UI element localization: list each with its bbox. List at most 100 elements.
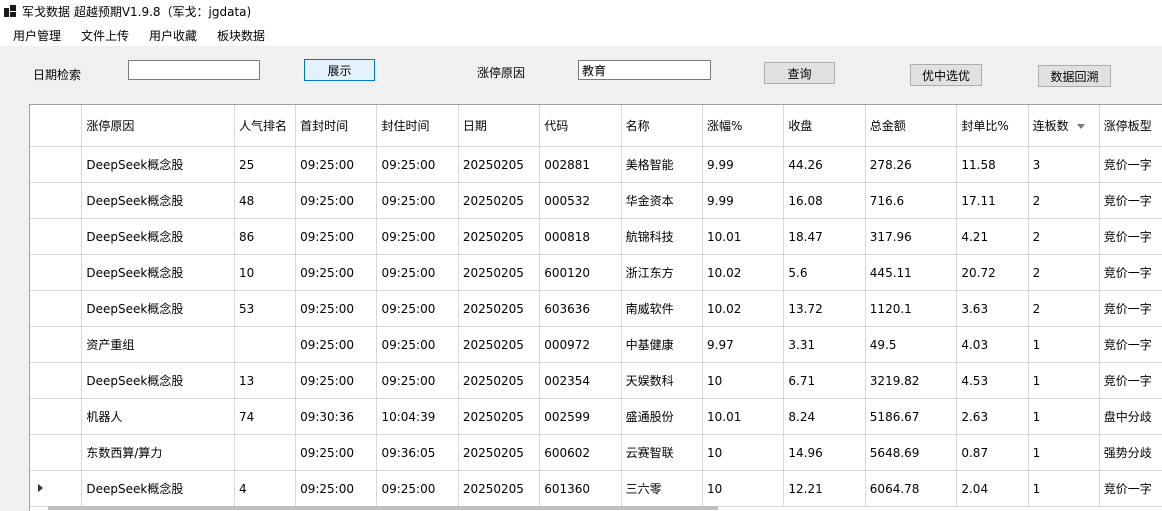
table-cell[interactable]: 601360 [539,470,622,507]
column-header[interactable]: 人气排名 [234,105,297,147]
table-row[interactable]: DeepSeek概念股 13 09:25:00 09:25:00 20250205 002… [30,362,1162,399]
table-cell[interactable]: 10.02 [702,254,785,291]
column-header[interactable]: 总金额 [865,105,958,147]
table-cell[interactable]: DeepSeek概念股 [81,470,236,507]
table-cell[interactable]: 竞价一字 [1099,182,1162,219]
table-cell[interactable]: 44.26 [783,146,866,183]
table-cell[interactable]: 600602 [539,434,622,471]
column-header[interactable]: 封住时间 [376,105,459,147]
table-cell[interactable]: 20250205 [458,254,541,291]
table-cell[interactable]: 10.02 [702,290,785,327]
table-cell[interactable]: 1 [1028,398,1100,435]
table-cell[interactable]: 09:25:00 [295,326,378,363]
table-cell[interactable]: 20250205 [458,326,541,363]
table-cell[interactable]: 603636 [539,290,622,327]
table-cell[interactable]: 竞价一字 [1099,254,1162,291]
table-cell[interactable]: 2 [1028,290,1100,327]
column-header-sorted[interactable]: 连板数 [1028,105,1100,147]
table-cell[interactable]: 002881 [539,146,622,183]
table-cell[interactable]: 000972 [539,326,622,363]
menu-sector-data[interactable]: 板块数据 [217,27,265,44]
table-cell[interactable]: 09:25:00 [295,434,378,471]
table-cell[interactable]: 09:25:00 [295,362,378,399]
table-cell[interactable]: 445.11 [865,254,958,291]
table-cell[interactable]: 278.26 [865,146,958,183]
table-cell[interactable]: 0.87 [956,434,1029,471]
table-cell[interactable]: 竞价一字 [1099,470,1162,507]
table-cell[interactable]: 09:25:00 [295,254,378,291]
table-cell[interactable]: 09:25:00 [376,218,459,255]
table-cell[interactable]: DeepSeek概念股 [81,290,236,327]
table-cell[interactable]: 09:25:00 [376,146,459,183]
table-cell[interactable]: 2.04 [956,470,1029,507]
table-row[interactable]: 东数西算/算力 09:25:00 09:36:05 20250205 600602 云赛智… [30,434,1162,471]
table-cell[interactable]: 8.24 [783,398,866,435]
table-cell[interactable]: 4.21 [956,218,1029,255]
table-cell[interactable]: 2.63 [956,398,1029,435]
table-cell[interactable]: 资产重组 [81,326,236,363]
table-cell[interactable]: 09:25:00 [376,470,459,507]
table-cell[interactable]: 云赛智联 [621,434,704,471]
table-cell[interactable]: 5.6 [783,254,866,291]
row-header[interactable] [30,434,83,471]
table-cell[interactable]: 9.99 [702,182,785,219]
table-cell[interactable]: 20250205 [458,398,541,435]
table-cell[interactable]: 25 [234,146,297,183]
menu-file-upload[interactable]: 文件上传 [81,27,129,44]
table-cell[interactable]: 1 [1028,362,1100,399]
table-cell[interactable]: 09:36:05 [376,434,459,471]
table-cell[interactable]: 3.31 [783,326,866,363]
limit-up-reason-input[interactable] [578,60,711,80]
table-cell[interactable]: 10:04:39 [376,398,459,435]
table-cell[interactable]: 20250205 [458,146,541,183]
table-cell[interactable]: 1 [1028,470,1100,507]
table-cell[interactable]: 716.6 [865,182,958,219]
table-row[interactable]: DeepSeek概念股 4 09:25:00 09:25:00 20250205 6013… [30,470,1162,507]
table-cell[interactable]: 三六零 [621,470,704,507]
table-cell[interactable]: 6.71 [783,362,866,399]
table-cell[interactable]: 机器人 [81,398,236,435]
table-cell[interactable]: 强势分歧 [1099,434,1162,471]
query-button[interactable]: 查询 [764,62,835,84]
table-cell[interactable]: 317.96 [865,218,958,255]
column-header[interactable]: 涨停板型 [1099,105,1162,147]
table-row[interactable]: DeepSeek概念股 48 09:25:00 09:25:00 20250205 000… [30,182,1162,219]
table-cell[interactable]: 美格智能 [621,146,704,183]
table-cell[interactable]: 中基健康 [621,326,704,363]
table-cell[interactable]: 盛通股份 [621,398,704,435]
row-header[interactable] [30,362,83,399]
table-cell[interactable]: 09:25:00 [295,218,378,255]
table-cell[interactable]: 10 [702,362,785,399]
table-cell[interactable]: 13.72 [783,290,866,327]
column-header[interactable]: 涨停原因 [81,105,236,147]
row-header[interactable] [30,182,83,219]
table-cell[interactable]: 09:25:00 [295,470,378,507]
table-cell[interactable]: 09:25:00 [295,182,378,219]
table-cell[interactable]: 竞价一字 [1099,218,1162,255]
row-header[interactable] [30,326,83,363]
table-cell[interactable]: 竞价一字 [1099,290,1162,327]
row-header[interactable] [30,398,83,435]
table-cell[interactable]: 4.53 [956,362,1029,399]
row-header[interactable] [30,470,83,507]
table-row[interactable]: DeepSeek概念股 25 09:25:00 09:25:00 20250205 002… [30,146,1162,183]
table-row[interactable]: 资产重组 09:25:00 09:25:00 20250205 000972 中基健康 9.… [30,326,1162,363]
column-header[interactable]: 日期 [458,105,541,147]
table-cell[interactable]: 4.03 [956,326,1029,363]
table-cell[interactable]: 49.5 [865,326,958,363]
table-cell[interactable]: 20250205 [458,182,541,219]
table-cell[interactable]: DeepSeek概念股 [81,146,236,183]
table-cell[interactable]: 3.63 [956,290,1029,327]
menu-user-management[interactable]: 用户管理 [13,27,61,44]
table-cell[interactable]: 东数西算/算力 [81,434,236,471]
table-cell[interactable]: 1 [1028,434,1100,471]
table-cell[interactable]: 16.08 [783,182,866,219]
table-cell[interactable]: 12.21 [783,470,866,507]
table-cell[interactable]: 1 [1028,326,1100,363]
table-cell[interactable]: 竞价一字 [1099,326,1162,363]
table-cell[interactable]: 18.47 [783,218,866,255]
table-cell[interactable]: 09:30:36 [295,398,378,435]
table-cell[interactable]: 600120 [539,254,622,291]
table-cell[interactable]: 53 [234,290,297,327]
table-cell[interactable]: DeepSeek概念股 [81,254,236,291]
